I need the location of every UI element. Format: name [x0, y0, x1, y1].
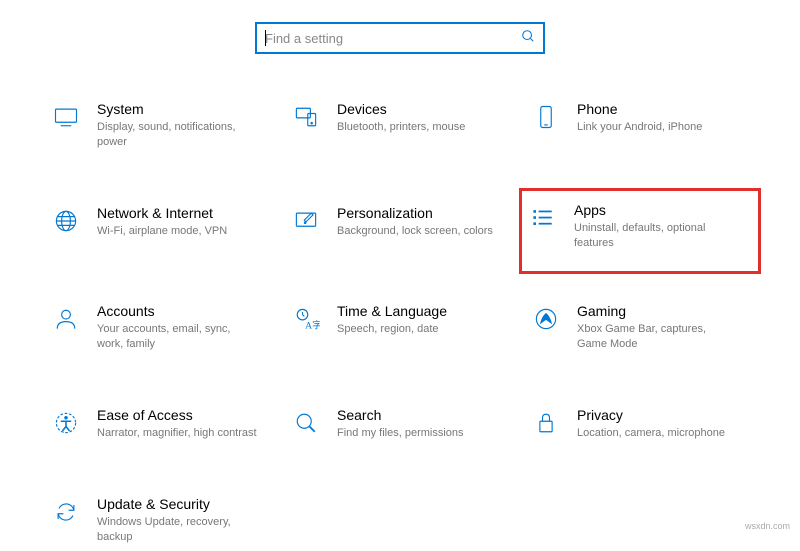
tile-desc: Bluetooth, printers, mouse [337, 120, 497, 135]
tile-title: Time & Language [337, 302, 509, 320]
tile-title: Privacy [577, 406, 749, 424]
magnifier-icon [291, 408, 321, 438]
tile-system[interactable]: System Display, sound, notifications, po… [45, 94, 275, 156]
list-icon [528, 203, 558, 233]
tile-desc: Location, camera, microphone [577, 426, 737, 441]
search-container [0, 0, 800, 94]
system-icon [51, 102, 81, 132]
paintbrush-icon [291, 206, 321, 236]
sync-icon [51, 497, 81, 527]
person-icon [51, 304, 81, 334]
tile-title: Search [337, 406, 509, 424]
tile-title: Ease of Access [97, 406, 269, 424]
tile-update-security[interactable]: Update & Security Windows Update, recove… [45, 489, 275, 551]
lock-icon [531, 408, 561, 438]
tile-network[interactable]: Network & Internet Wi-Fi, airplane mode,… [45, 198, 275, 254]
svg-text:A字: A字 [305, 319, 320, 331]
tile-phone[interactable]: Phone Link your Android, iPhone [525, 94, 755, 156]
tile-desc: Narrator, magnifier, high contrast [97, 426, 257, 441]
text-cursor [265, 30, 266, 46]
tile-personalization[interactable]: Personalization Background, lock screen,… [285, 198, 515, 254]
tile-devices[interactable]: Devices Bluetooth, printers, mouse [285, 94, 515, 156]
time-language-icon: A字 [291, 304, 321, 334]
tile-title: Accounts [97, 302, 269, 320]
devices-icon [291, 102, 321, 132]
tile-desc: Wi-Fi, airplane mode, VPN [97, 224, 257, 239]
tile-desc: Xbox Game Bar, captures, Game Mode [577, 322, 737, 352]
tile-title: Devices [337, 100, 509, 118]
tile-desc: Windows Update, recovery, backup [97, 515, 257, 545]
phone-icon [531, 102, 561, 132]
tile-gaming[interactable]: Gaming Xbox Game Bar, captures, Game Mod… [525, 296, 755, 358]
settings-grid: System Display, sound, notifications, po… [0, 94, 800, 551]
tile-desc: Your accounts, email, sync, work, family [97, 322, 257, 352]
gaming-icon [531, 304, 561, 334]
tile-desc: Display, sound, notifications, power [97, 120, 257, 150]
tile-desc: Uninstall, defaults, optional features [574, 221, 734, 251]
tile-title: Update & Security [97, 495, 269, 513]
tile-desc: Speech, region, date [337, 322, 497, 337]
tile-desc: Background, lock screen, colors [337, 224, 497, 239]
tile-apps[interactable]: Apps Uninstall, defaults, optional featu… [519, 188, 761, 274]
tile-desc: Link your Android, iPhone [577, 120, 737, 135]
search-input[interactable] [265, 31, 521, 46]
tile-title: System [97, 100, 269, 118]
globe-icon [51, 206, 81, 236]
tile-accounts[interactable]: Accounts Your accounts, email, sync, wor… [45, 296, 275, 358]
tile-title: Gaming [577, 302, 749, 320]
tile-title: Network & Internet [97, 204, 269, 222]
search-icon [521, 29, 535, 48]
tile-title: Phone [577, 100, 749, 118]
tile-time-language[interactable]: A字 Time & Language Speech, region, date [285, 296, 515, 358]
watermark: wsxdn.com [745, 521, 790, 531]
tile-ease-of-access[interactable]: Ease of Access Narrator, magnifier, high… [45, 400, 275, 447]
tile-search[interactable]: Search Find my files, permissions [285, 400, 515, 447]
search-box[interactable] [255, 22, 545, 54]
tile-title: Personalization [337, 204, 509, 222]
tile-desc: Find my files, permissions [337, 426, 497, 441]
tile-title: Apps [574, 201, 752, 219]
tile-privacy[interactable]: Privacy Location, camera, microphone [525, 400, 755, 447]
ease-of-access-icon [51, 408, 81, 438]
